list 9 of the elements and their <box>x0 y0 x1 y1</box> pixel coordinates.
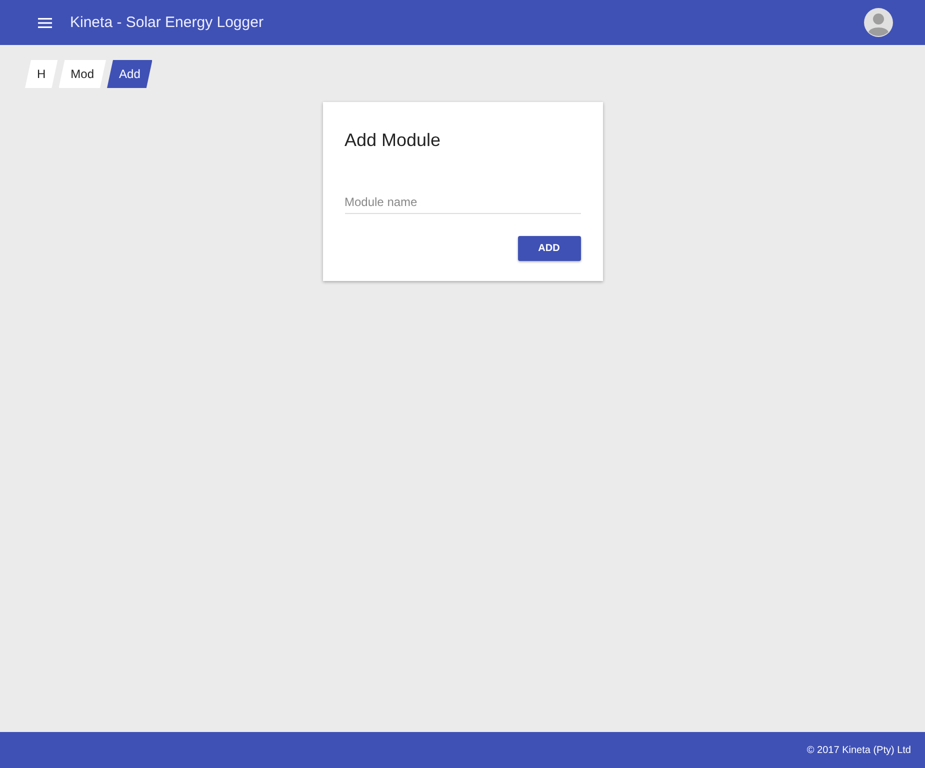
menu-icon[interactable] <box>38 18 52 28</box>
avatar-icon[interactable] <box>864 8 893 37</box>
app-title: Kineta - Solar Energy Logger <box>70 14 264 31</box>
card-title: Add Module <box>344 130 442 151</box>
breadcrumb[interactable]: H <box>25 60 58 88</box>
breadcrumb[interactable]: Add <box>107 60 152 88</box>
add-button[interactable]: ADD <box>518 236 580 261</box>
breadcrumb[interactable]: Mod <box>58 60 106 88</box>
copyright-text: © 2017 Kineta (Pty) Ltd <box>806 744 911 756</box>
